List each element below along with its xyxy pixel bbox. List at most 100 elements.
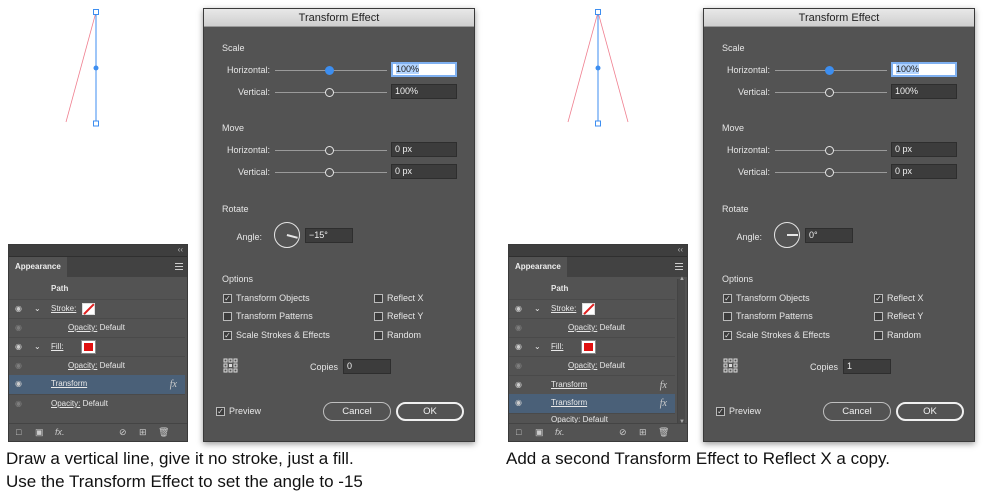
transform-patterns-checkbox[interactable]: Transform Patterns (223, 311, 313, 321)
transform-effect-row-2[interactable]: ◉ Transform fx (509, 394, 675, 413)
delete-icon[interactable]: 🗑 (658, 427, 669, 438)
move-horizontal-field[interactable]: 0 px (891, 142, 957, 157)
visibility-eye-icon[interactable]: ◉ (15, 324, 25, 332)
panel-menu-icon[interactable] (675, 263, 683, 270)
cancel-button[interactable]: Cancel (823, 402, 891, 421)
reflect-x-checkbox[interactable]: Reflect X (374, 293, 424, 303)
ok-button[interactable]: OK (396, 402, 464, 421)
tab-appearance[interactable]: Appearance (509, 257, 567, 277)
fill-red-swatch[interactable] (81, 340, 96, 354)
angle-label: Angle: (736, 232, 762, 242)
move-vertical-knob[interactable] (825, 168, 834, 177)
move-horizontal-knob[interactable] (825, 146, 834, 155)
appearance-panel: ‹‹ Appearance Path ◉ ⌄ Stroke: ◉ Opacity… (508, 244, 688, 442)
preview-checkbox[interactable]: ✓ Preview (716, 406, 761, 416)
anchor-top (93, 9, 99, 15)
visibility-eye-icon[interactable]: ◉ (515, 381, 525, 389)
copies-field[interactable]: 0 (343, 359, 391, 374)
rotated-copy-line (567, 11, 599, 123)
visibility-eye-icon[interactable]: ◉ (515, 305, 525, 313)
clear-icon[interactable]: ⊘ (119, 427, 127, 438)
visibility-eye-icon[interactable]: ◉ (15, 343, 25, 351)
add-fill-icon[interactable]: ▣ (35, 427, 44, 438)
collapse-icon[interactable]: ‹‹ (678, 245, 683, 254)
scale-horizontal-field[interactable]: 100% (391, 62, 457, 77)
dialog-title: Transform Effect (204, 9, 474, 27)
angle-label: Angle: (236, 232, 262, 242)
move-vertical-field[interactable]: 0 px (891, 164, 957, 179)
scale-horizontal-label: Horizontal: (226, 65, 270, 75)
visibility-eye-icon[interactable]: ◉ (15, 362, 25, 370)
stroke-opacity-row[interactable]: ◉ Opacity: Default (509, 318, 675, 337)
fill-row[interactable]: ◉ ⌄ Fill: (9, 337, 185, 356)
add-fill-icon[interactable]: ▣ (535, 427, 544, 438)
delete-icon[interactable]: 🗑 (158, 427, 169, 438)
reflect-x-checkbox[interactable]: ✓ Reflect X (874, 293, 924, 303)
preview-checkbox[interactable]: ✓ Preview (216, 406, 261, 416)
clear-icon[interactable]: ⊘ (619, 427, 627, 438)
scale-horizontal-knob[interactable] (325, 66, 334, 75)
add-effect-icon[interactable]: fx. (555, 427, 565, 437)
visibility-eye-icon[interactable]: ◉ (515, 343, 525, 351)
visibility-eye-icon[interactable]: ◉ (515, 399, 525, 407)
move-vertical-field[interactable]: 0 px (391, 164, 457, 179)
random-checkbox[interactable]: Random (874, 330, 921, 340)
visibility-eye-icon[interactable]: ◉ (15, 380, 25, 388)
transform-effect-row[interactable]: ◉ Transform fx (509, 375, 675, 394)
tab-appearance[interactable]: Appearance (9, 257, 67, 277)
scale-vertical-field[interactable]: 100% (391, 84, 457, 99)
scale-strokes-checkbox[interactable]: ✓ Scale Strokes & Effects (723, 330, 830, 340)
transform-objects-checkbox[interactable]: ✓ Transform Objects (223, 293, 310, 303)
stroke-none-swatch[interactable] (582, 303, 595, 315)
add-effect-icon[interactable]: fx. (55, 427, 65, 437)
scale-horizontal-knob[interactable] (825, 66, 834, 75)
reflect-y-checkbox[interactable]: Reflect Y (874, 311, 923, 321)
scale-vertical-knob[interactable] (325, 88, 334, 97)
scale-vertical-field[interactable]: 100% (891, 84, 957, 99)
panel-scrollbar[interactable] (677, 276, 685, 425)
reference-point-icon[interactable] (723, 358, 738, 373)
transform-objects-checkbox[interactable]: ✓ Transform Objects (723, 293, 810, 303)
reflect-y-checkbox[interactable]: Reflect Y (374, 311, 423, 321)
fill-opacity-row[interactable]: ◉ Opacity: Default (9, 356, 185, 375)
angle-field[interactable]: 0° (805, 228, 853, 243)
add-stroke-icon[interactable]: □ (516, 427, 521, 437)
fx-icon[interactable]: fx (660, 380, 667, 391)
visibility-eye-icon[interactable]: ◉ (515, 324, 525, 332)
angle-dial[interactable] (774, 222, 800, 248)
transform-effect-row[interactable]: ◉ Transform fx (9, 375, 185, 394)
collapse-icon[interactable]: ‹‹ (178, 245, 183, 254)
scale-strokes-checkbox[interactable]: ✓ Scale Strokes & Effects (223, 330, 330, 340)
opacity-row[interactable]: ◉ Opacity: Default (9, 394, 185, 413)
move-vertical-knob[interactable] (325, 168, 334, 177)
copies-field[interactable]: 1 (843, 359, 891, 374)
visibility-eye-icon[interactable]: ◉ (15, 400, 25, 408)
step-1: Transform Effect Scale Horizontal: 100% … (0, 0, 499, 495)
angle-dial[interactable] (274, 222, 300, 248)
fill-opacity-row[interactable]: ◉ Opacity: Default (509, 356, 675, 375)
stroke-none-swatch[interactable] (82, 303, 95, 315)
random-checkbox[interactable]: Random (374, 330, 421, 340)
scale-vertical-knob[interactable] (825, 88, 834, 97)
stroke-row[interactable]: ◉ ⌄ Stroke: (509, 299, 675, 318)
duplicate-icon[interactable]: ⊞ (639, 427, 647, 438)
move-horizontal-knob[interactable] (325, 146, 334, 155)
fx-icon[interactable]: fx (170, 379, 177, 390)
visibility-eye-icon[interactable]: ◉ (15, 305, 25, 313)
transform-patterns-checkbox[interactable]: Transform Patterns (723, 311, 813, 321)
add-stroke-icon[interactable]: □ (16, 427, 21, 437)
fill-red-swatch[interactable] (581, 340, 596, 354)
move-horizontal-field[interactable]: 0 px (391, 142, 457, 157)
stroke-row[interactable]: ◉ ⌄ Stroke: (9, 299, 185, 318)
duplicate-icon[interactable]: ⊞ (139, 427, 147, 438)
ok-button[interactable]: OK (896, 402, 964, 421)
stroke-opacity-row[interactable]: ◉ Opacity: Default (9, 318, 185, 337)
scale-horizontal-field[interactable]: 100% (891, 62, 957, 77)
cancel-button[interactable]: Cancel (323, 402, 391, 421)
visibility-eye-icon[interactable]: ◉ (515, 362, 525, 370)
fx-icon[interactable]: fx (660, 398, 667, 409)
reference-point-icon[interactable] (223, 358, 238, 373)
panel-menu-icon[interactable] (175, 263, 183, 270)
fill-row[interactable]: ◉ ⌄ Fill: (509, 337, 675, 356)
angle-field[interactable]: −15° (305, 228, 353, 243)
